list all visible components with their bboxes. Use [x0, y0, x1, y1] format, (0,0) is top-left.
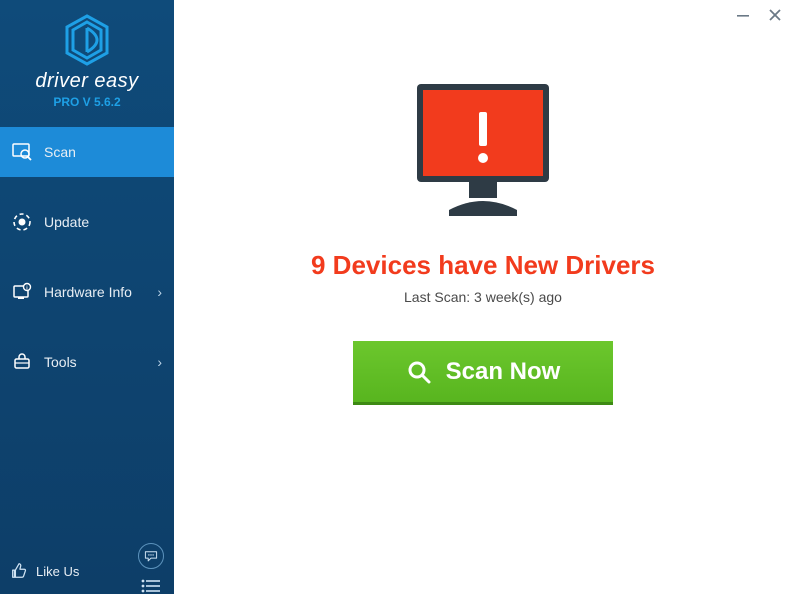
- sidebar-item-hardware-info[interactable]: i Hardware Info ›: [0, 267, 174, 317]
- sidebar-item-tools[interactable]: Tools ›: [0, 337, 174, 387]
- main-panel: 9 Devices have New Drivers Last Scan: 3 …: [174, 0, 792, 594]
- chevron-right-icon: ›: [157, 284, 162, 300]
- close-icon: [768, 8, 782, 22]
- like-us-label: Like Us: [36, 564, 79, 579]
- scan-icon: [12, 142, 32, 162]
- minimize-button[interactable]: [734, 6, 752, 24]
- tools-icon: [12, 352, 32, 372]
- sidebar-item-label: Update: [44, 214, 162, 230]
- sidebar-item-update[interactable]: Update: [0, 197, 174, 247]
- feedback-button[interactable]: [138, 543, 164, 569]
- scan-now-label: Scan Now: [446, 358, 561, 386]
- sidebar: driver easy PRO V 5.6.2 Scan Update: [0, 0, 174, 594]
- sidebar-item-scan[interactable]: Scan: [0, 127, 174, 177]
- sidebar-item-label: Hardware Info: [44, 284, 157, 300]
- magnifier-icon: [406, 359, 432, 385]
- update-icon: [12, 212, 32, 232]
- minimize-icon: [736, 8, 750, 22]
- chat-icon: [144, 549, 158, 563]
- sidebar-nav: Scan Update i Hardware Info ›: [0, 127, 174, 594]
- close-button[interactable]: [766, 6, 784, 24]
- thumbs-up-icon: [10, 562, 28, 580]
- window-controls: [734, 6, 784, 24]
- menu-button[interactable]: [138, 573, 164, 599]
- like-us-button[interactable]: Like Us: [10, 562, 79, 580]
- hardware-info-icon: i: [12, 282, 32, 302]
- app-version: PRO V 5.6.2: [0, 95, 174, 109]
- app-logo-icon: [63, 14, 111, 66]
- app-name: driver easy: [0, 70, 174, 93]
- sidebar-footer: Like Us: [0, 548, 174, 594]
- alert-monitor-icon: [403, 78, 563, 228]
- chevron-right-icon: ›: [157, 354, 162, 370]
- sidebar-item-label: Tools: [44, 354, 157, 370]
- scan-now-button[interactable]: Scan Now: [353, 341, 613, 405]
- list-icon: [141, 579, 161, 593]
- status-headline: 9 Devices have New Drivers: [311, 250, 655, 281]
- sidebar-item-label: Scan: [44, 144, 162, 160]
- brand-block: driver easy PRO V 5.6.2: [0, 0, 174, 117]
- last-scan-text: Last Scan: 3 week(s) ago: [404, 289, 562, 305]
